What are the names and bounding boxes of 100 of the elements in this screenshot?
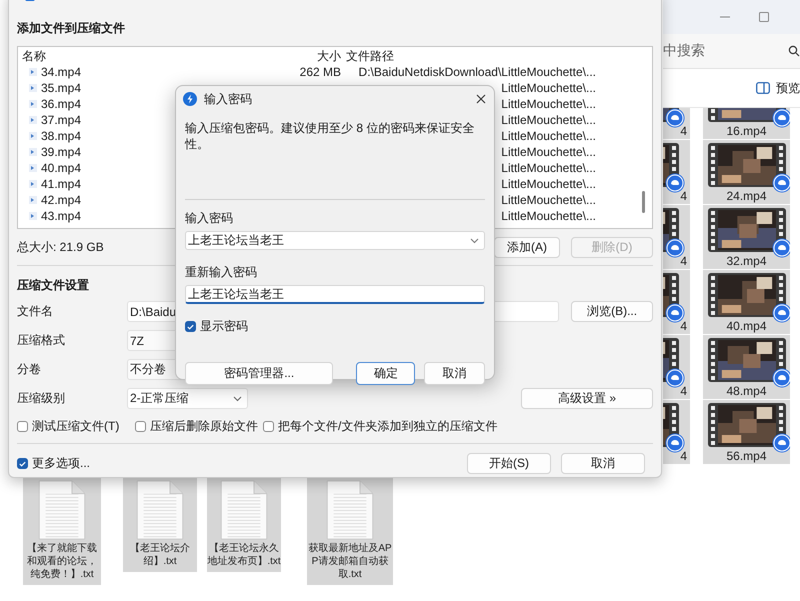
file-name: 48.mp4 bbox=[726, 384, 767, 398]
status-badge-icon bbox=[772, 433, 790, 453]
file-name: 【老王论坛介绍】.txt bbox=[129, 542, 191, 568]
checkbox[interactable] bbox=[135, 421, 146, 432]
checkbox-label: 把每个文件/文件夹添加到独立的压缩文件 bbox=[278, 418, 498, 435]
file-name: 41.mp4 bbox=[41, 176, 82, 192]
search-field[interactable]: 中搜索 bbox=[663, 34, 800, 69]
file-name: 16.mp4 bbox=[726, 124, 767, 138]
file-name: 4 bbox=[680, 449, 688, 463]
settings-button[interactable]: 高级设置 » bbox=[521, 388, 653, 409]
file-name: 34.mp4 bbox=[41, 64, 82, 80]
caret-icon bbox=[470, 238, 479, 244]
dialog-button[interactable]: 确定 bbox=[356, 362, 416, 385]
file-name: 24.mp4 bbox=[726, 189, 767, 203]
input-field[interactable]: 2-正常压缩 bbox=[127, 388, 248, 409]
close-icon[interactable] bbox=[476, 94, 486, 104]
video-tile[interactable]: 4 bbox=[663, 400, 690, 464]
file-path: LittleMouchette\... bbox=[501, 129, 596, 143]
video-tile[interactable]: 4 bbox=[663, 335, 690, 399]
checkbox[interactable] bbox=[263, 421, 274, 432]
video-file-icon bbox=[28, 131, 38, 141]
video-tile[interactable]: 24.mp4 bbox=[703, 140, 790, 204]
document-icon bbox=[218, 480, 270, 540]
settings-button[interactable]: 浏览(B)... bbox=[571, 301, 653, 322]
status-badge-icon bbox=[772, 368, 790, 388]
video-tile[interactable]: 40.mp4 bbox=[703, 270, 790, 334]
status-badge-icon bbox=[665, 433, 685, 453]
document-icon bbox=[134, 480, 186, 540]
file-name: 4 bbox=[680, 124, 688, 138]
file-name: 35.mp4 bbox=[41, 80, 82, 96]
file-name: 42.mp4 bbox=[41, 192, 82, 208]
checkbox-label: 更多选项... bbox=[32, 455, 90, 472]
preview-pane-icon bbox=[756, 82, 770, 94]
column-header[interactable]: 文件路径 bbox=[346, 48, 394, 64]
checkbox-label: 测试压缩文件(T) bbox=[32, 418, 120, 435]
video-file-icon bbox=[28, 195, 38, 205]
field-label: 文件名 bbox=[17, 303, 54, 320]
scrollbar-thumb[interactable] bbox=[642, 191, 645, 213]
file-name: 40.mp4 bbox=[726, 319, 767, 333]
section-heading: 添加文件到压缩文件 bbox=[17, 21, 126, 36]
checkbox[interactable] bbox=[17, 458, 28, 469]
file-path: LittleMouchette\... bbox=[501, 145, 596, 159]
text-file-tile[interactable]: 获取最新地址及APP请发邮箱自动获取.txt bbox=[307, 478, 393, 585]
file-name: 40.mp4 bbox=[41, 160, 82, 176]
password-field[interactable]: 上老王论坛当老王 bbox=[185, 285, 485, 304]
video-file-icon bbox=[28, 83, 38, 93]
password-field[interactable]: 上老王论坛当老王 bbox=[185, 231, 485, 250]
text-file-tile[interactable]: 【老王论坛介绍】.txt bbox=[123, 478, 197, 572]
file-name: 32.mp4 bbox=[726, 254, 767, 268]
file-name: 【来了就能下载和观看的论坛，纯免费！】.txt bbox=[26, 542, 98, 581]
file-path: LittleMouchette\... bbox=[501, 97, 596, 111]
file-path: LittleMouchette\... bbox=[501, 81, 596, 95]
status-badge-icon bbox=[772, 173, 790, 193]
file-name: 4 bbox=[680, 384, 688, 398]
video-tile[interactable]: 4 bbox=[663, 140, 690, 204]
file-path: LittleMouchette\... bbox=[501, 113, 596, 127]
field-label: 压缩格式 bbox=[17, 332, 66, 349]
video-tile[interactable]: 4 bbox=[663, 205, 690, 269]
video-tile[interactable]: 16.mp4 bbox=[703, 108, 790, 139]
video-tile[interactable]: 32.mp4 bbox=[703, 205, 790, 269]
checkbox-label: 显示密码 bbox=[200, 318, 248, 335]
dialog-title: 输入密码 bbox=[204, 90, 253, 108]
field-label: 压缩级别 bbox=[17, 390, 66, 407]
text-file-tile[interactable]: 【来了就能下载和观看的论坛，纯免费！】.txt bbox=[23, 478, 101, 585]
video-file-icon bbox=[28, 179, 38, 189]
status-badge-icon bbox=[665, 303, 685, 323]
file-path: LittleMouchette\... bbox=[501, 193, 596, 207]
column-header[interactable]: 大小 bbox=[283, 48, 346, 64]
checkbox[interactable] bbox=[185, 321, 196, 332]
column-header[interactable]: 名称 bbox=[18, 48, 283, 64]
checkbox[interactable] bbox=[17, 421, 28, 432]
dialog-button[interactable]: 取消 bbox=[424, 362, 485, 385]
checkbox-label: 压缩后删除原始文件 bbox=[150, 418, 258, 435]
preview-button[interactable]: 预览 bbox=[756, 80, 800, 96]
dialog-button[interactable]: 开始(S) bbox=[467, 453, 551, 474]
video-tile[interactable]: 56.mp4 bbox=[703, 400, 790, 464]
file-path: LittleMouchette\... bbox=[501, 161, 596, 175]
video-file-icon bbox=[28, 163, 38, 173]
file-name: 4 bbox=[680, 189, 688, 203]
search-icon bbox=[788, 45, 800, 57]
text-file-tile[interactable]: 【老王论坛永久地址发布页】.txt bbox=[207, 478, 281, 572]
video-file-icon bbox=[28, 211, 38, 221]
dialog-button[interactable]: 取消 bbox=[561, 453, 645, 474]
video-tile[interactable]: 4 bbox=[663, 270, 690, 334]
maximize-icon[interactable] bbox=[758, 11, 770, 23]
file-name: 38.mp4 bbox=[41, 128, 82, 144]
status-badge-icon bbox=[772, 238, 790, 258]
video-tile[interactable]: 4 bbox=[663, 108, 690, 139]
document-icon bbox=[36, 480, 88, 540]
video-file-icon bbox=[28, 67, 38, 77]
status-badge-icon bbox=[772, 303, 790, 323]
list-button[interactable]: 添加(A) bbox=[494, 237, 560, 258]
video-file-icon bbox=[28, 115, 38, 125]
dialog-button[interactable]: 密码管理器... bbox=[185, 362, 334, 385]
status-badge-icon bbox=[665, 173, 685, 193]
caret-icon bbox=[233, 396, 242, 402]
video-tile[interactable]: 48.mp4 bbox=[703, 335, 790, 399]
file-name: 43.mp4 bbox=[41, 208, 82, 224]
field-label: 分卷 bbox=[17, 361, 42, 378]
app-icon bbox=[183, 92, 197, 106]
